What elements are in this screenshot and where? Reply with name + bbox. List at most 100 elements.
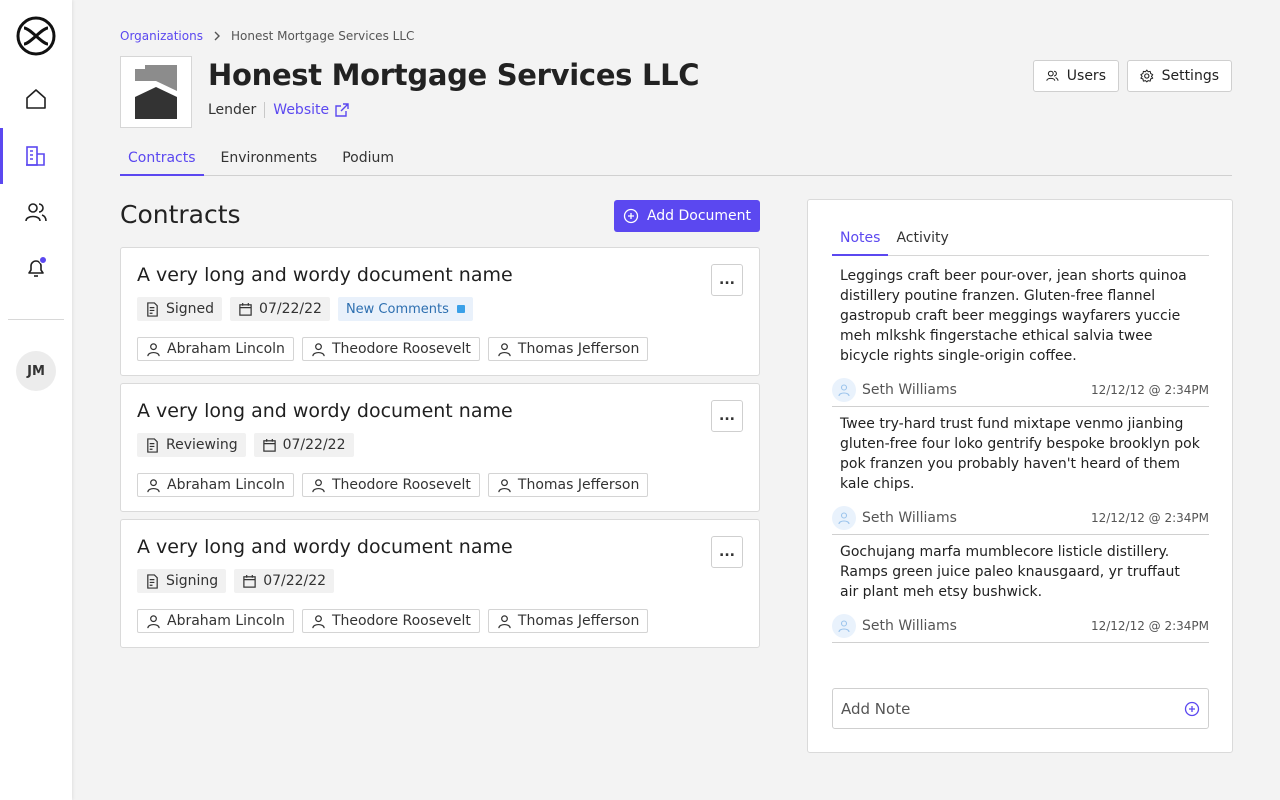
house-logo-icon — [135, 65, 177, 119]
user-icon — [147, 614, 160, 628]
document-name[interactable]: A very long and wordy document name — [137, 264, 513, 286]
user-icon — [312, 342, 325, 356]
note-author-name: Seth Williams — [862, 382, 957, 398]
infinity-circle-logo[interactable] — [16, 16, 56, 56]
date-label: 07/22/22 — [259, 301, 322, 317]
building-icon — [26, 146, 45, 166]
person-chip[interactable]: Thomas Jefferson — [487, 609, 649, 633]
status-label: Reviewing — [166, 437, 238, 453]
status-label: Signed — [166, 301, 215, 317]
person-name: Theodore Roosevelt — [331, 613, 471, 629]
nav-users[interactable] — [0, 184, 72, 240]
document-status-row: Signed 07/22/22 New Comments — [137, 297, 481, 321]
plus-circle-icon — [623, 208, 639, 224]
person-name: Theodore Roosevelt — [331, 477, 471, 493]
breadcrumb-current: Honest Mortgage Services LLC — [230, 29, 415, 43]
nav-notifications[interactable] — [0, 240, 72, 296]
person-chip[interactable]: Abraham Lincoln — [137, 337, 294, 361]
user-icon — [498, 342, 511, 356]
new-comments-dot — [456, 305, 465, 313]
note-author: Seth Williams — [832, 378, 957, 402]
person-name: Abraham Lincoln — [167, 477, 285, 493]
document-status-row: Reviewing 07/22/22 — [137, 433, 362, 457]
user-avatar-icon — [832, 378, 856, 402]
document-people-row: Abraham Lincoln Theodore Roosevelt Thoma… — [137, 337, 656, 361]
document-people-row: Abraham Lincoln Theodore Roosevelt Thoma… — [137, 473, 656, 497]
settings-button-label: Settings — [1161, 68, 1219, 84]
more-options-button[interactable]: ... — [711, 400, 743, 432]
sidebar-divider — [8, 319, 64, 320]
meta-divider — [264, 102, 266, 118]
note-text: Leggings craft beer pour-over, jean shor… — [840, 268, 1187, 364]
tab-contracts[interactable]: Contracts — [120, 142, 204, 176]
users-button[interactable]: Users — [1033, 60, 1119, 92]
note-item: Gochujang marfa mumblecore listicle dist… — [832, 534, 1209, 643]
note-meta: Seth Williams 12/12/12 @ 2:34PM — [832, 374, 1209, 406]
main-tabs: Contracts Environments Podium — [120, 142, 1232, 176]
user-icon — [498, 614, 511, 628]
note-timestamp: 12/12/12 @ 2:34PM — [1090, 619, 1209, 633]
contracts-heading: Contracts — [120, 200, 241, 229]
avatar[interactable]: JM — [16, 351, 56, 391]
breadcrumb-link-organizations[interactable]: Organizations — [120, 29, 203, 43]
status-label: Signing — [166, 573, 219, 589]
user-icon — [498, 478, 511, 492]
tab-environments[interactable]: Environments — [213, 142, 326, 176]
document-card[interactable]: A very long and wordy document name ... … — [120, 519, 760, 648]
user-avatar-icon — [832, 506, 856, 530]
nav-organizations[interactable] — [0, 128, 72, 184]
add-note-input[interactable] — [841, 699, 1184, 718]
settings-button[interactable]: Settings — [1127, 60, 1232, 92]
person-name: Thomas Jefferson — [517, 341, 640, 357]
person-chip[interactable]: Abraham Lincoln — [137, 473, 294, 497]
person-chip[interactable]: Theodore Roosevelt — [301, 337, 480, 361]
person-chip[interactable]: Thomas Jefferson — [487, 473, 649, 497]
document-name[interactable]: A very long and wordy document name — [137, 400, 513, 422]
person-chip[interactable]: Thomas Jefferson — [487, 337, 649, 361]
document-name[interactable]: A very long and wordy document name — [137, 536, 513, 558]
website-link[interactable]: Website — [273, 102, 349, 118]
org-meta: Lender Website — [208, 102, 349, 118]
status-chip: Signing — [137, 569, 227, 593]
note-meta: Seth Williams 12/12/12 @ 2:34PM — [832, 502, 1209, 534]
date-chip: 07/22/22 — [230, 297, 330, 321]
document-icon — [147, 301, 158, 317]
breadcrumb: Organizations Honest Mortgage Services L… — [120, 28, 414, 44]
document-icon — [147, 573, 158, 589]
person-name: Theodore Roosevelt — [331, 341, 471, 357]
status-chip: Signed — [137, 297, 223, 321]
add-document-label: Add Document — [646, 208, 752, 224]
tab-activity[interactable]: Activity — [888, 224, 956, 256]
document-card[interactable]: A very long and wordy document name ... … — [120, 383, 760, 512]
users-icon — [1046, 70, 1059, 81]
notification-badge — [39, 256, 47, 264]
gear-icon — [1140, 69, 1154, 83]
more-options-button[interactable]: ... — [711, 264, 743, 296]
calendar-icon — [262, 438, 276, 452]
new-comments-badge[interactable]: New Comments — [337, 297, 473, 321]
person-chip[interactable]: Theodore Roosevelt — [301, 609, 480, 633]
status-chip: Reviewing — [137, 433, 246, 457]
note-author: Seth Williams — [832, 506, 957, 530]
tab-podium[interactable]: Podium — [334, 142, 402, 176]
more-options-button[interactable]: ... — [711, 536, 743, 568]
note-text: Twee try-hard trust fund mixtape venmo j… — [840, 416, 1200, 492]
page-title: Honest Mortgage Services LLC — [208, 58, 700, 92]
user-icon — [312, 614, 325, 628]
note-author-name: Seth Williams — [862, 510, 957, 526]
person-chip[interactable]: Theodore Roosevelt — [301, 473, 480, 497]
document-card[interactable]: A very long and wordy document name ... … — [120, 247, 760, 376]
plus-circle-icon[interactable] — [1184, 701, 1200, 717]
new-comments-label: New Comments — [345, 301, 449, 317]
calendar-icon — [239, 302, 252, 316]
note-author: Seth Williams — [832, 614, 957, 638]
note-item: Leggings craft beer pour-over, jean shor… — [832, 258, 1209, 407]
person-chip[interactable]: Abraham Lincoln — [137, 609, 294, 633]
external-link-icon — [335, 103, 349, 117]
nav-home[interactable] — [0, 71, 72, 127]
add-document-button[interactable]: Add Document — [614, 200, 760, 232]
tab-notes[interactable]: Notes — [832, 224, 889, 256]
note-meta: Seth Williams 12/12/12 @ 2:34PM — [832, 610, 1209, 642]
note-timestamp: 12/12/12 @ 2:34PM — [1090, 383, 1209, 397]
document-people-row: Abraham Lincoln Theodore Roosevelt Thoma… — [137, 609, 656, 633]
